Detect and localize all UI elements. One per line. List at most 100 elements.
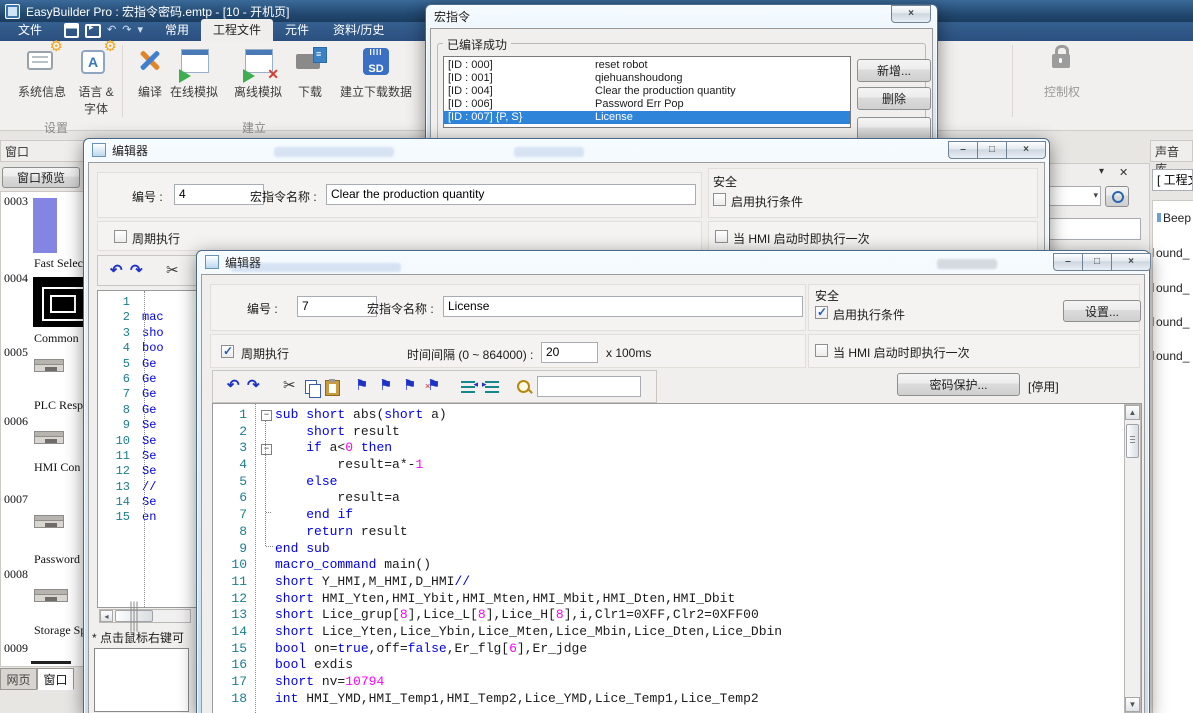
code-line[interactable]: 4 result=a*-1: [213, 457, 1141, 474]
sound-item[interactable]: Beep: [1157, 211, 1191, 225]
clear-bookmarks-icon[interactable]: [427, 377, 440, 395]
window-item-name[interactable]: Common: [34, 331, 79, 346]
code-line[interactable]: 9end sub: [213, 541, 1141, 558]
minimize-icon[interactable]: [948, 141, 977, 159]
prev-bookmark-icon[interactable]: [403, 377, 416, 395]
window-thumbnail[interactable]: [34, 431, 64, 444]
find-input[interactable]: [537, 376, 641, 397]
window-item-id[interactable]: 0009: [4, 641, 28, 656]
window-item-name[interactable]: PLC Resp: [34, 398, 83, 413]
window-item-id[interactable]: 0005: [4, 345, 28, 360]
redo-icon[interactable]: ↷: [122, 25, 131, 36]
code-line[interactable]: 1sub short abs(short a): [213, 407, 1141, 424]
indent-icon[interactable]: [461, 381, 475, 393]
window-thumbnail[interactable]: [33, 198, 57, 253]
window-thumbnail[interactable]: [31, 661, 71, 664]
code-line[interactable]: 17short nv=10794: [213, 674, 1141, 691]
editor2-code-area[interactable]: 1sub short abs(short a)2 short result3 i…: [212, 403, 1142, 713]
window-item-id[interactable]: 0008: [4, 567, 28, 582]
window-thumbnail[interactable]: [34, 359, 64, 372]
code-line[interactable]: 8 return result: [213, 524, 1141, 541]
editor2-startup-checkbox[interactable]: [815, 344, 828, 357]
editor2-interval-field[interactable]: 20: [541, 342, 598, 363]
code-line[interactable]: 3 if a<0 then: [213, 440, 1141, 457]
editor2-condition-checkbox[interactable]: [815, 306, 828, 319]
macro-list-row[interactable]: [ID : 000]reset robot: [444, 59, 850, 72]
macro-list-row[interactable]: [ID : 004]Clear the production quantity: [444, 85, 850, 98]
code-line[interactable]: 16bool exdis: [213, 657, 1141, 674]
copy-icon[interactable]: [305, 380, 317, 394]
editor2-periodic-checkbox[interactable]: [221, 345, 234, 358]
code-line[interactable]: 10macro_command main(): [213, 557, 1141, 574]
editor1-periodic-checkbox[interactable]: [114, 230, 127, 243]
menu-file[interactable]: 文件: [6, 19, 54, 41]
close-icon[interactable]: [891, 5, 931, 23]
scroll-up-icon[interactable]: ▲: [1125, 405, 1140, 420]
sound-item[interactable]: ound_: [1152, 315, 1189, 329]
cut-icon[interactable]: [283, 377, 296, 395]
cut-icon[interactable]: [166, 262, 179, 280]
code-line[interactable]: 13short Lice_grup[8],Lice_L[8],Lice_H[8]…: [213, 607, 1141, 624]
maximize-icon[interactable]: [977, 141, 1006, 159]
save-icon[interactable]: [64, 23, 79, 38]
editor1-startup-checkbox[interactable]: [715, 230, 728, 243]
code-line[interactable]: 5 else: [213, 474, 1141, 491]
sound-item[interactable]: ound_: [1152, 246, 1189, 260]
scrollbar-thumb[interactable]: [115, 610, 153, 622]
window-item-id[interactable]: 0004: [4, 271, 28, 286]
offline-sim-button[interactable]: ✕ 离线模拟: [230, 45, 286, 100]
code-line[interactable]: 6 result=a: [213, 490, 1141, 507]
bottom-tab-web[interactable]: 网页: [0, 668, 37, 690]
window-item-id[interactable]: 0006: [4, 414, 28, 429]
find-icon[interactable]: [517, 380, 530, 393]
code-line[interactable]: 15bool on=true,off=false,Er_flg[6],Er_jd…: [213, 641, 1141, 658]
download-button[interactable]: 下载: [292, 45, 328, 100]
sound-filter-combobox[interactable]: [ 工程文: [1152, 169, 1193, 191]
minimize-icon[interactable]: [1053, 253, 1082, 271]
macro-list-row[interactable]: [ID : 007] {P, S}License: [444, 111, 850, 124]
undo-icon[interactable]: ↶: [107, 25, 116, 36]
tab-common[interactable]: 常用: [153, 19, 201, 41]
online-sim-button[interactable]: 在线模拟: [166, 45, 222, 100]
editor2-settings-button[interactable]: 设置...: [1063, 300, 1141, 322]
redo-icon[interactable]: [130, 262, 143, 280]
window-item-id[interactable]: 0007: [4, 492, 28, 507]
window-item-name[interactable]: Password: [34, 552, 80, 567]
editor2-vscrollbar[interactable]: ▲ ▼: [1124, 404, 1141, 713]
code-line[interactable]: 18int HMI_YMD,HMI_Temp1,HMI_Temp2,Lice_Y…: [213, 691, 1141, 708]
editor1-name-field[interactable]: Clear the production quantity: [326, 184, 696, 205]
export-icon[interactable]: [85, 24, 101, 38]
add-macro-button[interactable]: 新增...: [857, 59, 931, 82]
panel-input[interactable]: [1045, 218, 1141, 240]
tab-project-file[interactable]: 工程文件: [201, 19, 273, 41]
code-line[interactable]: 11short Y_HMI,M_HMI,D_HMI//: [213, 574, 1141, 591]
scrollbar-thumb[interactable]: [1126, 424, 1139, 458]
window-thumbnail[interactable]: [34, 515, 64, 528]
toggle-bookmark-icon[interactable]: [355, 377, 368, 395]
panel-dropdown-icon[interactable]: ▾: [1099, 166, 1104, 177]
undo-icon[interactable]: [110, 262, 123, 280]
editor2-password-button[interactable]: 密码保护...: [897, 373, 1020, 396]
redo-icon[interactable]: [247, 377, 260, 395]
editor2-id-field[interactable]: 7: [297, 296, 377, 317]
editor1-condition-checkbox[interactable]: [713, 193, 726, 206]
bottom-tab-window[interactable]: 窗口: [37, 668, 74, 690]
undo-icon[interactable]: [227, 377, 240, 395]
window-preview-button[interactable]: 窗口预览: [2, 167, 80, 188]
dropdown-caret-icon[interactable]: ▾: [137, 25, 143, 36]
window-item-name[interactable]: HMI Con: [34, 460, 80, 475]
scroll-left-icon[interactable]: ◂: [100, 610, 113, 622]
tab-object[interactable]: 元件: [273, 19, 321, 41]
partial-button[interactable]: [857, 117, 931, 140]
window-thumbnail[interactable]: [34, 589, 68, 602]
close-icon[interactable]: [1006, 141, 1046, 159]
panel-combobox[interactable]: ▾: [1045, 186, 1101, 206]
scroll-down-icon[interactable]: ▼: [1125, 697, 1140, 712]
panel-close-icon[interactable]: ✕: [1119, 166, 1128, 179]
window-item-name[interactable]: Storage Sp: [34, 623, 86, 638]
language-font-button[interactable]: A⚙ 语言 & 字体: [72, 45, 120, 117]
outdent-icon[interactable]: [485, 381, 499, 393]
delete-macro-button[interactable]: 删除: [857, 87, 931, 110]
panel-search-button[interactable]: [1105, 186, 1129, 207]
tab-data-history[interactable]: 资料/历史: [321, 19, 396, 41]
